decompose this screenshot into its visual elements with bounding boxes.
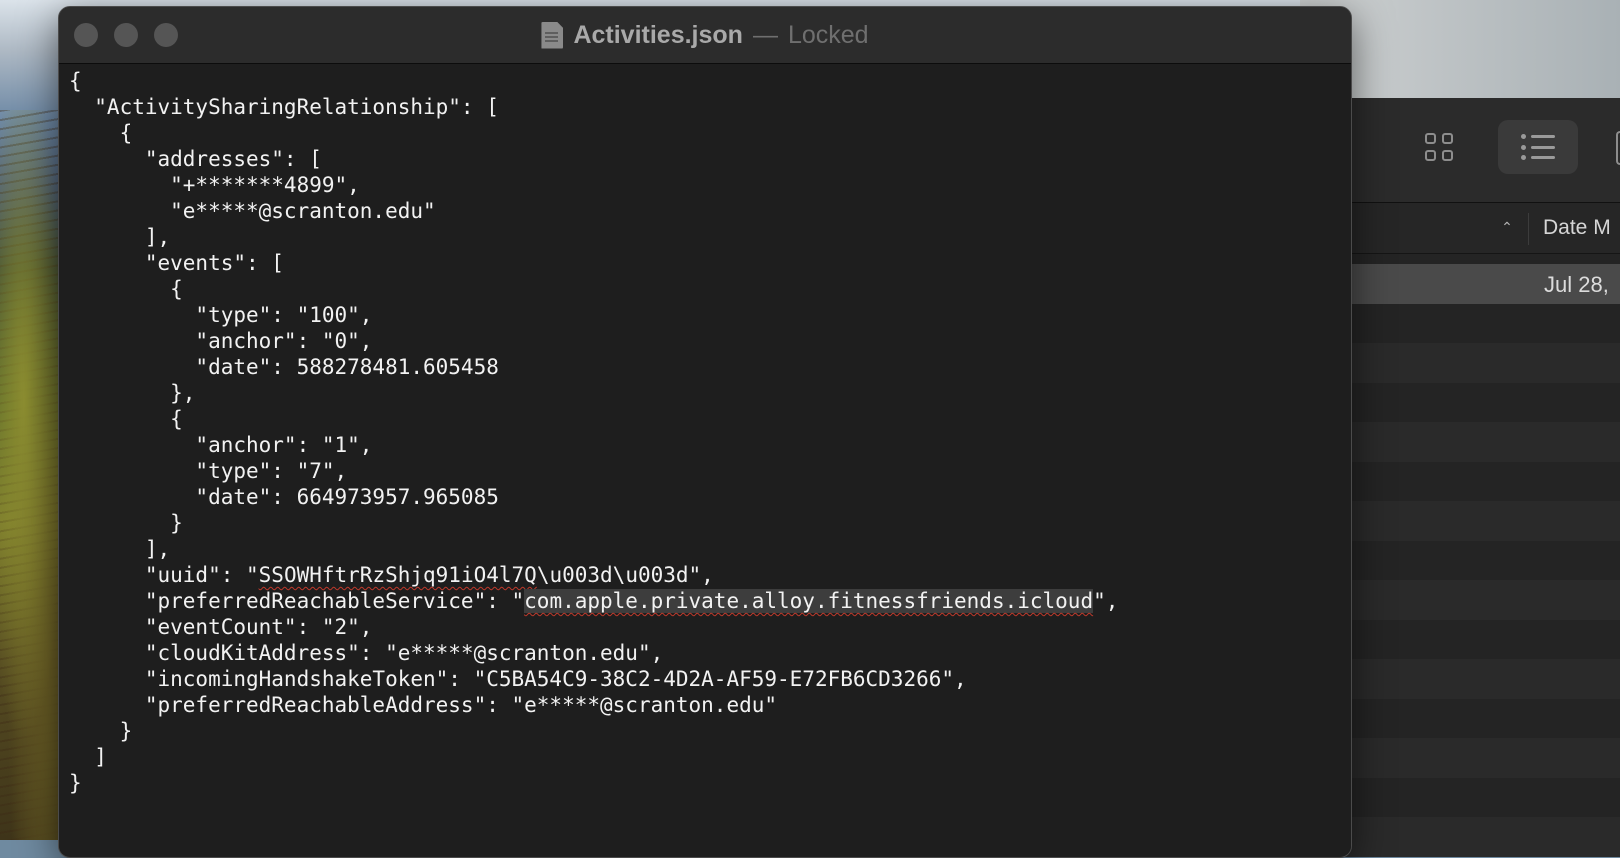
code-line: "e*****@scranton.edu" bbox=[69, 199, 436, 223]
grid-view-icon bbox=[1425, 133, 1455, 163]
empty-row bbox=[1340, 422, 1620, 462]
empty-row bbox=[1340, 778, 1620, 818]
empty-row bbox=[1340, 383, 1620, 423]
code-text: "preferredReachableService": " bbox=[69, 589, 525, 613]
empty-row bbox=[1340, 738, 1620, 778]
empty-row bbox=[1340, 343, 1620, 383]
chevron-up-icon[interactable]: ⌃ bbox=[1497, 217, 1517, 237]
file-name[interactable]: Activities.json bbox=[573, 21, 743, 50]
empty-row bbox=[1340, 817, 1620, 857]
title-separator: — bbox=[752, 20, 778, 49]
code-line: "addresses": [ bbox=[69, 147, 322, 171]
column-divider[interactable] bbox=[1528, 213, 1529, 245]
code-line: "eventCount": "2", bbox=[69, 615, 373, 639]
finder-file-list: Jul 28, bbox=[1340, 264, 1620, 857]
code-line: }, bbox=[69, 381, 196, 405]
empty-row bbox=[1340, 304, 1620, 344]
empty-row bbox=[1340, 462, 1620, 502]
list-view-button[interactable] bbox=[1498, 120, 1578, 174]
finder-window[interactable]: ⌃ Date M Jul 28, bbox=[1340, 98, 1620, 857]
date-modified-column-header[interactable]: Date M bbox=[1543, 216, 1611, 240]
code-line: { bbox=[69, 277, 183, 301]
code-text: "uuid": " bbox=[69, 563, 259, 587]
title-bar[interactable]: Activities.json — Locked bbox=[59, 7, 1351, 64]
empty-row bbox=[1340, 501, 1620, 541]
toolbar-overflow-button[interactable] bbox=[1602, 126, 1620, 170]
code-text: ", bbox=[1093, 589, 1119, 613]
document-text-area[interactable]: { "ActivitySharingRelationship": [ { "ad… bbox=[59, 64, 1351, 854]
json-content[interactable]: { "ActivitySharingRelationship": [ { "ad… bbox=[69, 68, 1118, 796]
code-line: "preferredReachableAddress": "e*****@scr… bbox=[69, 693, 778, 717]
code-line: "anchor": "1", bbox=[69, 433, 373, 457]
locked-status[interactable]: Locked bbox=[788, 21, 869, 50]
code-line: "incomingHandshakeToken": "C5BA54C9-38C2… bbox=[69, 667, 967, 691]
code-line: } bbox=[69, 719, 133, 743]
code-line: } bbox=[69, 771, 82, 795]
finder-column-header: ⌃ Date M bbox=[1340, 203, 1620, 254]
empty-row bbox=[1340, 699, 1620, 739]
file-row-selected[interactable]: Jul 28, bbox=[1340, 264, 1620, 304]
textedit-window[interactable]: Activities.json — Locked { "ActivityShar… bbox=[58, 6, 1352, 858]
code-line: { bbox=[69, 69, 82, 93]
grid-view-button[interactable] bbox=[1418, 126, 1462, 170]
code-line: "+*******4899", bbox=[69, 173, 360, 197]
code-line-service: "preferredReachableService": "com.apple.… bbox=[69, 588, 1118, 614]
code-line-uuid: "uuid": "SSOWHftrRzShjq91iO4l7Q\u003d\u0… bbox=[69, 562, 1118, 588]
code-text: \u003d\u003d", bbox=[536, 563, 714, 587]
code-line: { bbox=[69, 121, 133, 145]
code-line: "type": "100", bbox=[69, 303, 373, 327]
code-line: ], bbox=[69, 225, 171, 249]
selected-text[interactable]: com.apple.private.alloy.fitnessfriends.i… bbox=[524, 589, 1094, 613]
code-line: "date": 664973957.965085 bbox=[69, 485, 499, 509]
code-line: "ActivitySharingRelationship": [ bbox=[69, 95, 499, 119]
code-line: "anchor": "0", bbox=[69, 329, 373, 353]
empty-row bbox=[1340, 659, 1620, 699]
code-line: "cloudKitAddress": "e*****@scranton.edu"… bbox=[69, 641, 664, 665]
file-row-date: Jul 28, bbox=[1544, 272, 1609, 297]
code-line: { bbox=[69, 407, 183, 431]
code-line: "events": [ bbox=[69, 251, 284, 275]
code-line: } bbox=[69, 511, 183, 535]
finder-toolbar bbox=[1340, 98, 1620, 203]
list-view-icon bbox=[1521, 134, 1555, 160]
empty-row bbox=[1340, 580, 1620, 620]
document-icon[interactable] bbox=[541, 21, 564, 49]
empty-row bbox=[1340, 541, 1620, 581]
code-line: ], bbox=[69, 537, 171, 561]
code-line: "date": 588278481.605458 bbox=[69, 355, 499, 379]
code-line: "type": "7", bbox=[69, 459, 348, 483]
window-title: Activities.json — Locked bbox=[59, 7, 1351, 63]
folder-icon bbox=[1616, 131, 1620, 165]
misspelled-word: SSOWHftrRzShjq91iO4l7Q bbox=[258, 563, 537, 587]
code-line: ] bbox=[69, 745, 107, 769]
empty-row bbox=[1340, 620, 1620, 660]
